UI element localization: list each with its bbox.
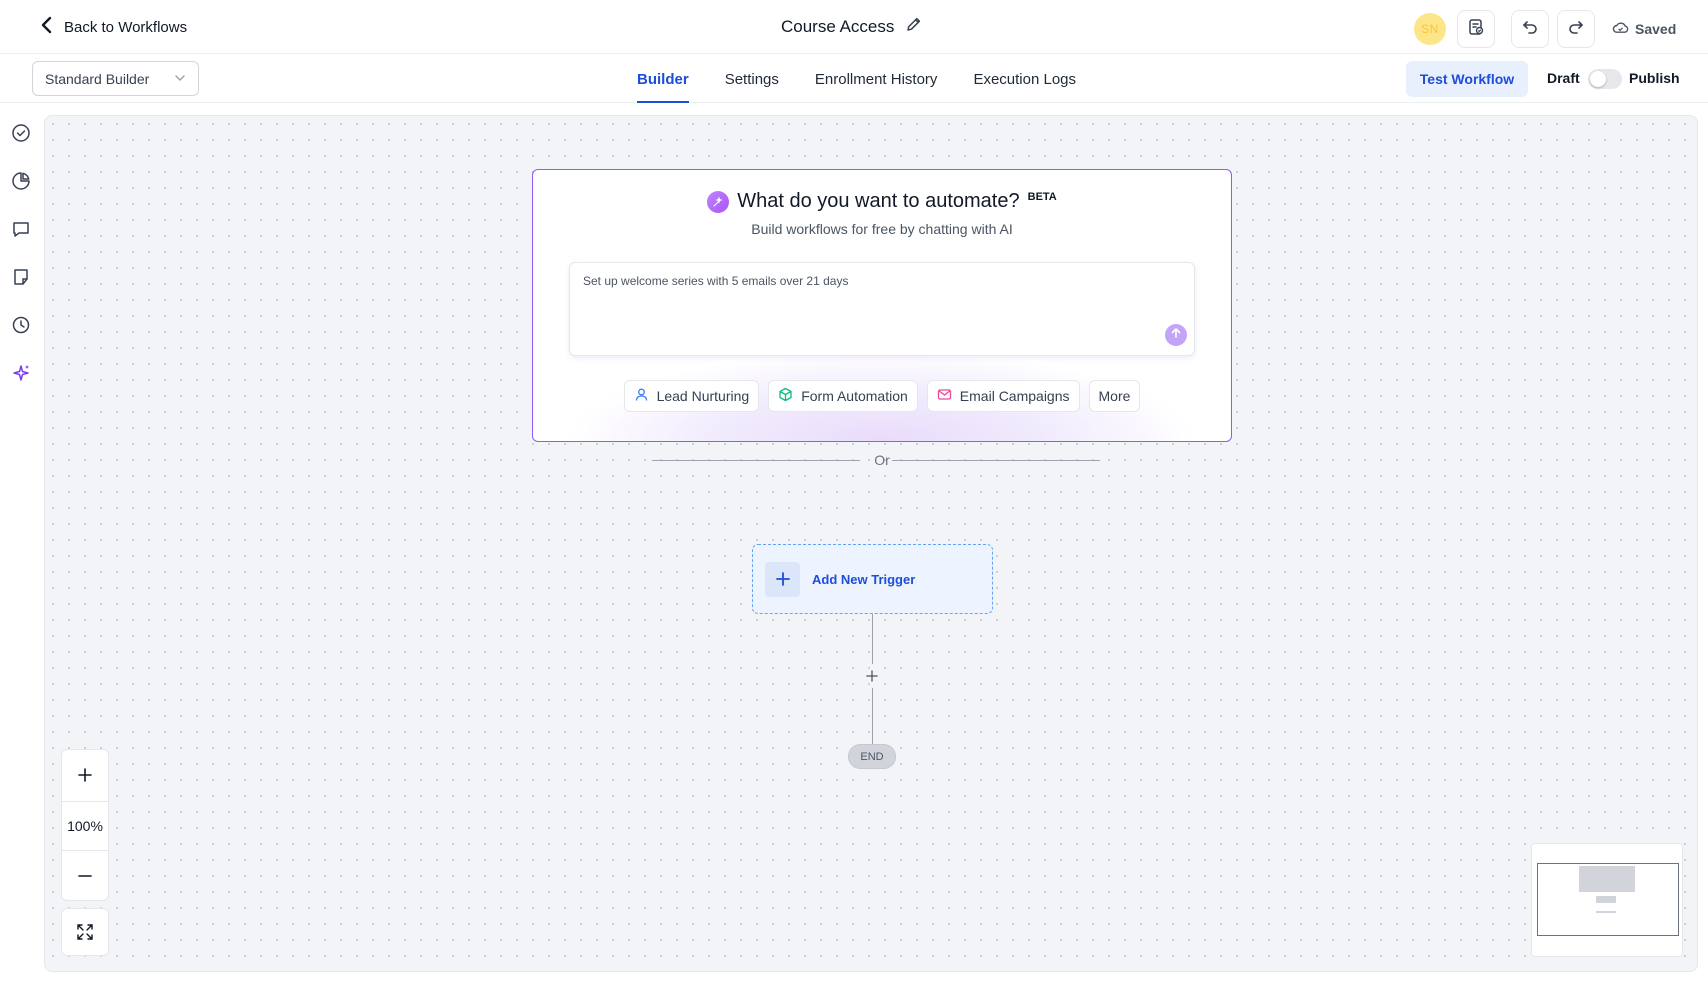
add-trigger-node[interactable]: Add New Trigger [752, 544, 993, 614]
builder-mode-value: Standard Builder [45, 70, 150, 87]
back-to-workflows-link[interactable]: Back to Workflows [40, 16, 187, 38]
publish-label: Publish [1629, 70, 1680, 86]
chip-label: Email Campaigns [959, 388, 1070, 404]
tab-settings[interactable]: Settings [725, 55, 779, 103]
connector-line-bottom [872, 688, 873, 744]
minimap-trigger [1596, 896, 1616, 903]
tab-enrollment-history[interactable]: Enrollment History [815, 55, 938, 103]
document-check-icon [1467, 18, 1485, 41]
workflow-title: Course Access [781, 16, 895, 36]
ai-prompt-input[interactable]: Set up welcome series with 5 emails over… [569, 262, 1195, 356]
chip-label: Lead Nurturing [656, 388, 750, 404]
ai-heading: What do you want to automate? BETA [533, 190, 1231, 213]
user-icon [634, 387, 649, 405]
zoom-out-button[interactable] [62, 851, 108, 901]
chip-lead-nurturing[interactable]: Lead Nurturing [623, 380, 760, 412]
zoom-in-button[interactable] [62, 750, 108, 800]
builder-mode-select[interactable]: Standard Builder [32, 61, 199, 96]
redo-button[interactable] [1557, 10, 1595, 48]
ai-builder-card: What do you want to automate? BETA Build… [532, 169, 1232, 442]
or-divider: Or [652, 450, 1112, 470]
chevron-down-icon [174, 71, 186, 87]
sparkles-icon[interactable] [11, 363, 31, 383]
draft-label: Draft [1547, 70, 1580, 86]
end-node: END [848, 744, 896, 769]
send-prompt-button[interactable] [1165, 324, 1187, 346]
workflow-title-area: Course Access [781, 16, 922, 37]
ai-prompt-placeholder: Set up welcome series with 5 emails over… [583, 274, 849, 288]
ai-subtitle: Build workflows for free by chatting wit… [751, 221, 1013, 237]
divider-line-right [892, 460, 1100, 461]
history-icon[interactable] [11, 315, 31, 335]
mail-icon [937, 387, 952, 405]
cloud-check-icon [1612, 19, 1629, 39]
beta-badge: BETA [1027, 190, 1057, 203]
connector-line-top [872, 614, 873, 664]
note-icon[interactable] [11, 267, 31, 287]
undo-icon [1521, 18, 1539, 41]
left-rail [0, 104, 44, 984]
redo-icon [1567, 18, 1585, 41]
tab-builder[interactable]: Builder [637, 55, 689, 103]
ai-title: What do you want to automate? [737, 190, 1020, 212]
back-label: Back to Workflows [64, 18, 188, 36]
zoom-level: 100% [62, 801, 108, 851]
suggestion-chips: Lead Nurturing Form Automation Email Cam… [533, 380, 1231, 412]
avatar[interactable]: SN [1414, 13, 1446, 45]
arrow-up-icon [1170, 326, 1182, 344]
plus-icon [78, 768, 92, 782]
edit-pencil-icon[interactable] [906, 16, 922, 37]
cube-icon [778, 387, 793, 405]
minimap-end [1596, 911, 1616, 913]
publish-toggle[interactable] [1588, 69, 1622, 89]
zoom-controls: 100% [61, 749, 109, 901]
pie-chart-icon[interactable] [11, 171, 31, 191]
plus-icon [765, 561, 800, 597]
minimap[interactable] [1531, 843, 1683, 957]
workflow-tabs: Builder Settings Enrollment History Exec… [637, 55, 1112, 103]
workflow-canvas[interactable]: What do you want to automate? BETA Build… [44, 115, 1698, 972]
minimap-ai-card [1579, 866, 1635, 892]
chip-email-campaigns[interactable]: Email Campaigns [926, 380, 1080, 412]
chip-more[interactable]: More [1088, 380, 1141, 412]
saved-label: Saved [1635, 21, 1677, 37]
add-trigger-label: Add New Trigger [812, 571, 916, 587]
ai-magic-icon [707, 190, 730, 213]
test-workflow-button[interactable]: Test Workflow [1406, 61, 1528, 97]
form-review-button[interactable] [1457, 10, 1495, 48]
check-circle-icon[interactable] [11, 123, 31, 143]
chip-label: Form Automation [801, 388, 908, 404]
save-status: Saved [1612, 19, 1676, 39]
chip-form-automation[interactable]: Form Automation [768, 380, 918, 412]
sub-toolbar: Standard Builder Builder Settings Enroll… [0, 55, 1708, 103]
top-bar: Back to Workflows Course Access SN Saved [0, 0, 1708, 54]
plus-icon [866, 670, 878, 682]
tab-execution-logs[interactable]: Execution Logs [973, 55, 1076, 103]
add-step-button[interactable] [863, 667, 881, 685]
expand-icon [77, 924, 93, 940]
chevron-left-icon [40, 16, 54, 38]
comment-icon[interactable] [11, 219, 31, 239]
minus-icon [78, 875, 92, 877]
undo-button[interactable] [1511, 10, 1549, 48]
chip-label: More [1098, 388, 1131, 404]
fit-to-screen-button[interactable] [61, 908, 109, 956]
